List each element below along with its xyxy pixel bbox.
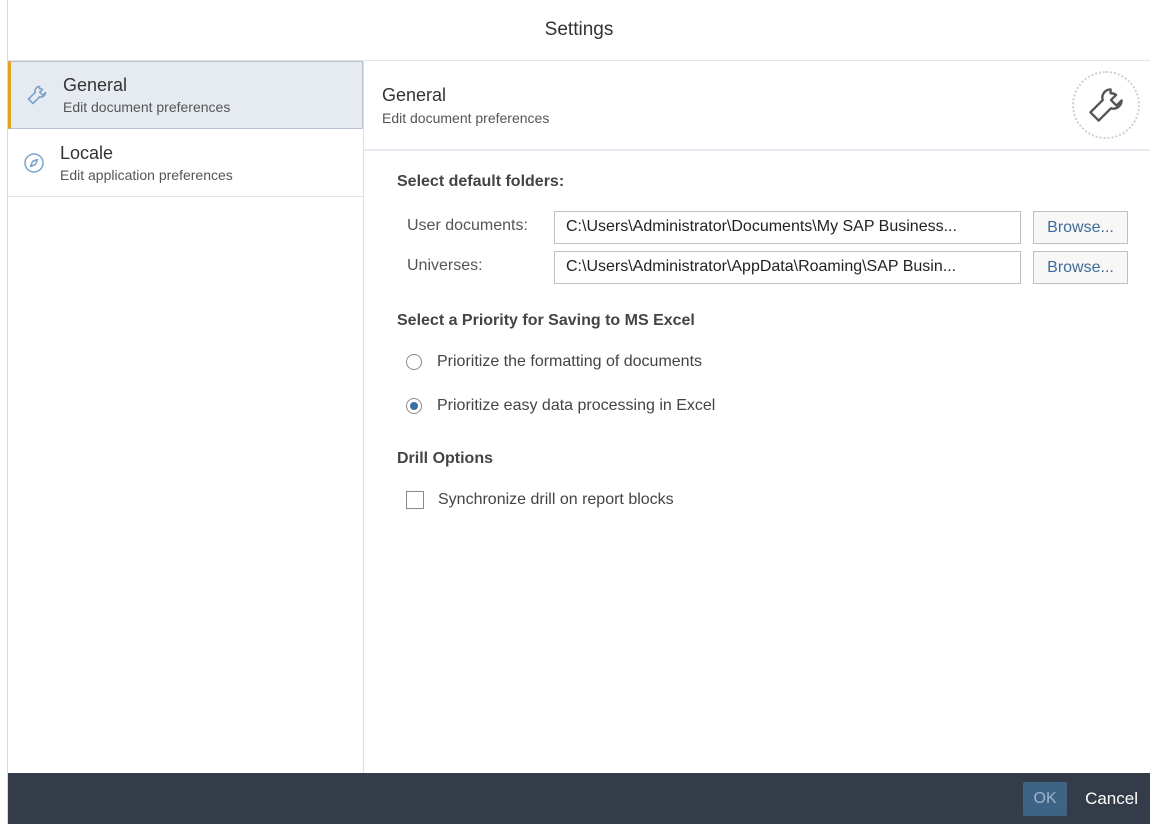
sidebar-item-locale[interactable]: Locale Edit application preferences (8, 129, 363, 197)
synchronize-drill-checkbox[interactable] (406, 491, 424, 509)
page-title: General (382, 85, 447, 105)
synchronize-drill-option[interactable]: Synchronize drill on report blocks (406, 491, 674, 509)
left-edge (0, 0, 8, 824)
settings-content: General Edit document preferences Select… (364, 61, 1150, 773)
content-header: General Edit document preferences (364, 61, 1150, 151)
checkbox-label: Synchronize drill on report blocks (438, 491, 674, 508)
radio-button[interactable] (406, 398, 422, 414)
excel-priority-heading: Select a Priority for Saving to MS Excel (397, 312, 695, 329)
sidebar-item-title: General (63, 75, 128, 95)
sidebar-item-subtitle: Edit application preferences (60, 166, 233, 183)
radio-label: Prioritize the formatting of documents (437, 353, 703, 370)
dialog-title: Settings (544, 19, 614, 40)
user-documents-path-field[interactable]: C:\Users\Administrator\Documents\My SAP … (554, 211, 1021, 244)
settings-dialog: Settings General Edit document preferenc… (0, 0, 1150, 824)
sidebar-item-subtitle: Edit document preferences (63, 99, 231, 115)
wrench-icon (1072, 71, 1140, 139)
drill-options-heading: Drill Options (397, 450, 493, 467)
radio-prioritize-formatting[interactable]: Prioritize the formatting of documents (406, 353, 702, 371)
radio-button[interactable] (406, 354, 422, 370)
cancel-button[interactable]: Cancel (1079, 782, 1144, 816)
dialog-footer: OK Cancel (8, 773, 1150, 824)
sidebar-item-general[interactable]: General Edit document preferences (8, 61, 363, 129)
dialog-title-bar: Settings (8, 0, 1150, 61)
wrench-icon (11, 83, 63, 107)
browse-universes-button[interactable]: Browse... (1033, 251, 1128, 284)
radio-prioritize-data-processing[interactable]: Prioritize easy data processing in Excel (406, 397, 715, 415)
folders-heading: Select default folders: (397, 173, 565, 190)
sidebar-item-title: Locale (60, 142, 114, 163)
universes-path-field[interactable]: C:\Users\Administrator\AppData\Roaming\S… (554, 251, 1021, 284)
radio-label: Prioritize easy data processing in Excel (437, 397, 716, 414)
ok-button[interactable]: OK (1023, 781, 1068, 816)
compass-icon (8, 152, 60, 174)
radio-selected-dot (410, 402, 418, 410)
universes-label: Universes: (407, 257, 483, 274)
page-subtitle: Edit document preferences (382, 110, 550, 126)
settings-sidebar: General Edit document preferences Locale… (8, 61, 364, 773)
browse-user-documents-button[interactable]: Browse... (1033, 211, 1128, 244)
user-documents-label: User documents: (407, 217, 528, 234)
